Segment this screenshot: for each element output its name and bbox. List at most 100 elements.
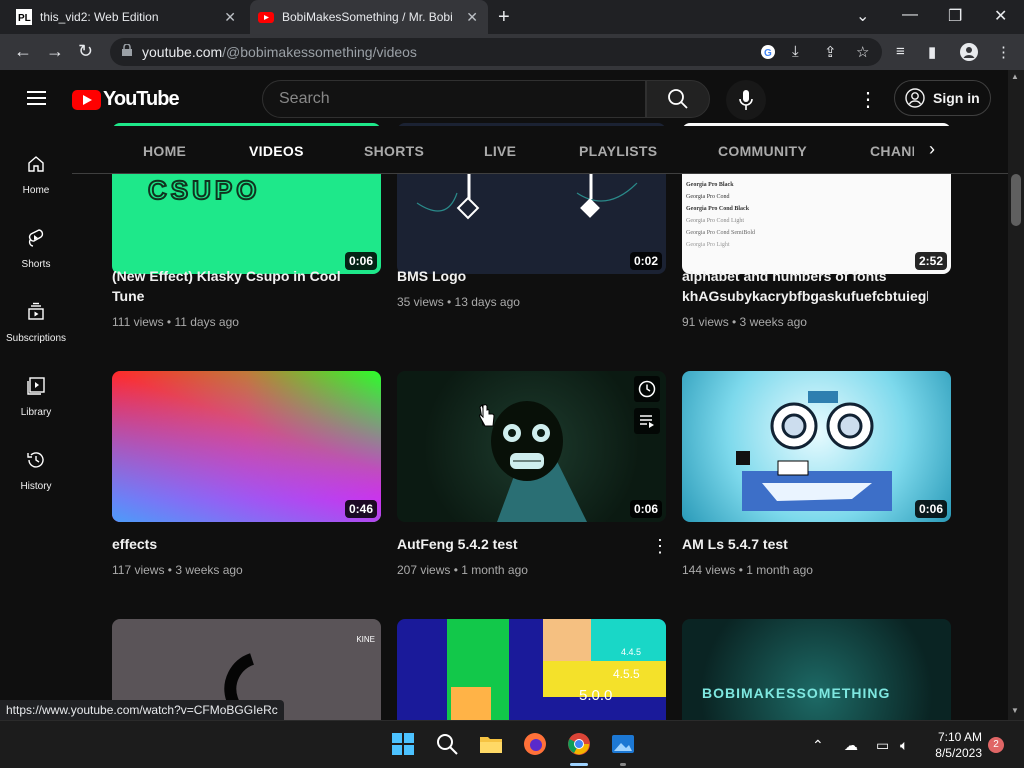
video-thumbnail[interactable]: 0:06 — [397, 371, 666, 522]
url-path: /@bobimakessomething/videos — [222, 44, 417, 60]
chevron-right-icon[interactable]: › — [929, 139, 935, 160]
tab-search-icon[interactable]: ⌄ — [856, 6, 869, 26]
voice-search-button[interactable] — [726, 80, 766, 120]
install-icon[interactable]: ⤓ — [792, 43, 799, 60]
sign-in-button[interactable]: Sign in — [894, 80, 991, 116]
thumb-bms-text: BOBIMAKESSOMETHING — [702, 685, 891, 701]
tab-playlists[interactable]: PLAYLISTS — [579, 143, 657, 159]
video-title[interactable]: BMS Logo — [397, 266, 637, 286]
sidebar-item-subscriptions[interactable]: Subscriptions — [0, 286, 72, 360]
back-arrow-icon[interactable]: ← — [14, 41, 32, 62]
bookmark-star-icon[interactable]: ☆ — [856, 43, 869, 61]
video-thumbnail[interactable]: 4.4.5 4.5.5 5.0.0 — [397, 619, 666, 720]
font-line: Georgia Pro Cond Black — [686, 206, 750, 212]
new-tab-button[interactable]: + — [498, 6, 510, 29]
thumb-number-text: 5.0.0 — [579, 687, 613, 704]
add-to-queue-icon[interactable] — [634, 408, 660, 434]
tab-title: BobiMakesSomething / Mr. Bobi — [282, 10, 453, 24]
video-title[interactable]: (New Effect) Klasky Csupo in Cool Tune — [112, 266, 352, 306]
watch-later-icon[interactable] — [634, 376, 660, 402]
video-action-menu-icon[interactable]: ⋮ — [651, 536, 669, 557]
thumb-number-text: 4.4.5 — [621, 647, 642, 657]
settings-more-icon[interactable]: ⋮ — [858, 87, 878, 112]
color-block — [451, 687, 491, 720]
url-host: youtube.com — [142, 44, 223, 60]
network-icon[interactable]: ▭ — [876, 737, 889, 754]
browser-tab-1[interactable]: PL this_vid2: Web Edition ✕ — [16, 0, 246, 34]
cloud-offline-icon[interactable]: ☁ — [844, 737, 858, 754]
browser-tab-strip: PL this_vid2: Web Edition ✕ BobiMakesSom… — [0, 0, 1024, 34]
video-thumbnail[interactable]: BOBIMAKESSOMETHING — [682, 619, 951, 720]
sidebar-item-library[interactable]: Library — [0, 360, 72, 434]
svg-text:PL: PL — [18, 13, 31, 24]
sidebar-item-home[interactable]: Home — [0, 138, 72, 212]
chrome-menu-icon[interactable]: ⋮ — [996, 43, 1011, 61]
tab-community[interactable]: COMMUNITY — [718, 143, 807, 159]
clock-time: 7:10 AM — [937, 730, 982, 744]
video-meta: 144 views • 1 month ago — [682, 563, 813, 577]
address-bar[interactable]: youtube.com/@bobimakessomething/videos G… — [110, 38, 882, 66]
minimize-button[interactable]: — — [902, 6, 918, 24]
status-bar-url: https://www.youtube.com/watch?v=CFMoBGGI… — [0, 700, 284, 720]
tab-home[interactable]: HOME — [143, 143, 186, 159]
media-control-icon[interactable]: ≡ — [896, 43, 905, 60]
browser-tab-2[interactable]: BobiMakesSomething / Mr. Bobi ✕ — [250, 0, 488, 34]
restore-button[interactable]: ❐ — [948, 6, 962, 26]
video-title[interactable]: effects — [112, 534, 352, 554]
youtube-logo[interactable]: YouTube — [72, 88, 180, 111]
system-clock[interactable]: 7:10 AM 8/5/2023 — [926, 729, 982, 761]
tab-shorts[interactable]: SHORTS — [364, 143, 424, 159]
scroll-up-icon[interactable]: ▲ — [1011, 72, 1019, 81]
duration-badge: 0:06 — [629, 500, 662, 518]
mic-icon — [739, 90, 753, 110]
search-button[interactable] — [646, 80, 710, 118]
menu-icon[interactable] — [27, 91, 46, 105]
sidebar-item-history[interactable]: History — [0, 434, 72, 508]
scroll-down-icon[interactable]: ▼ — [1011, 706, 1019, 715]
video-title[interactable]: AM Ls 5.4.7 test — [682, 534, 922, 554]
notification-badge[interactable]: 2 — [988, 737, 1004, 753]
close-window-button[interactable]: ✕ — [994, 6, 1007, 26]
chrome-icon[interactable] — [566, 731, 592, 757]
video-title[interactable]: AutFeng 5.4.2 test — [397, 534, 637, 554]
tab-videos[interactable]: VIDEOS — [249, 143, 304, 159]
youtube-page: YouTube Search ⋮ Sign in Home Shorts Sub… — [0, 70, 1024, 720]
sidebar-label: Home — [22, 185, 50, 196]
close-icon[interactable]: ✕ — [224, 9, 236, 26]
page-scrollbar[interactable]: ▲ ▼ — [1008, 70, 1024, 720]
video-thumbnail[interactable]: 0:46 — [112, 371, 381, 522]
thumb-kine-text: KINE — [356, 635, 375, 644]
firefox-icon[interactable] — [522, 731, 548, 757]
reload-icon[interactable]: ↻ — [78, 41, 93, 62]
profile-icon[interactable] — [960, 43, 978, 61]
font-line: Georgia Pro Light — [686, 242, 730, 248]
lock-icon — [122, 44, 132, 56]
tab-live[interactable]: LIVE — [484, 143, 516, 159]
video-meta: 111 views • 11 days ago — [112, 315, 239, 329]
channel-tabs-labels: HOME VIDEOS SHORTS LIVE PLAYLISTS COMMUN… — [72, 126, 1008, 174]
google-icon[interactable]: G — [760, 44, 776, 60]
tab-channels[interactable]: CHANI — [870, 143, 914, 159]
volume-icon[interactable]: 🔈︎ — [900, 737, 908, 754]
forward-arrow-icon[interactable]: → — [46, 41, 64, 62]
scrollbar-thumb[interactable] — [1011, 174, 1021, 226]
search-icon[interactable] — [434, 731, 460, 757]
file-explorer-icon[interactable] — [478, 731, 504, 757]
share-icon[interactable]: ⇪ — [824, 43, 837, 61]
video-thumbnail[interactable]: 0:06 — [682, 371, 951, 522]
video-meta: 207 views • 1 month ago — [397, 563, 528, 577]
font-line: Georgia Pro Black — [686, 182, 734, 188]
search-input[interactable]: Search — [262, 80, 646, 118]
video-title[interactable]: alphabet and numbers of fonts khAGsubyka… — [682, 266, 928, 306]
gradient-overlay — [112, 371, 381, 522]
side-panel-icon[interactable]: ▮ — [928, 43, 936, 61]
chevron-up-icon[interactable]: ⌃ — [812, 737, 824, 754]
font-line: Georgia Pro Cond SemiBold — [686, 230, 756, 236]
font-line: Georgia Pro Cond — [686, 194, 730, 200]
subscriptions-icon — [28, 302, 44, 320]
sidebar-item-shorts[interactable]: Shorts — [0, 212, 72, 286]
photos-icon[interactable] — [610, 731, 636, 757]
close-icon[interactable]: ✕ — [466, 9, 478, 26]
thumb-font-list: Georgia Pro Black Georgia Pro Cond Georg… — [686, 179, 755, 251]
windows-start-icon[interactable] — [390, 731, 416, 757]
